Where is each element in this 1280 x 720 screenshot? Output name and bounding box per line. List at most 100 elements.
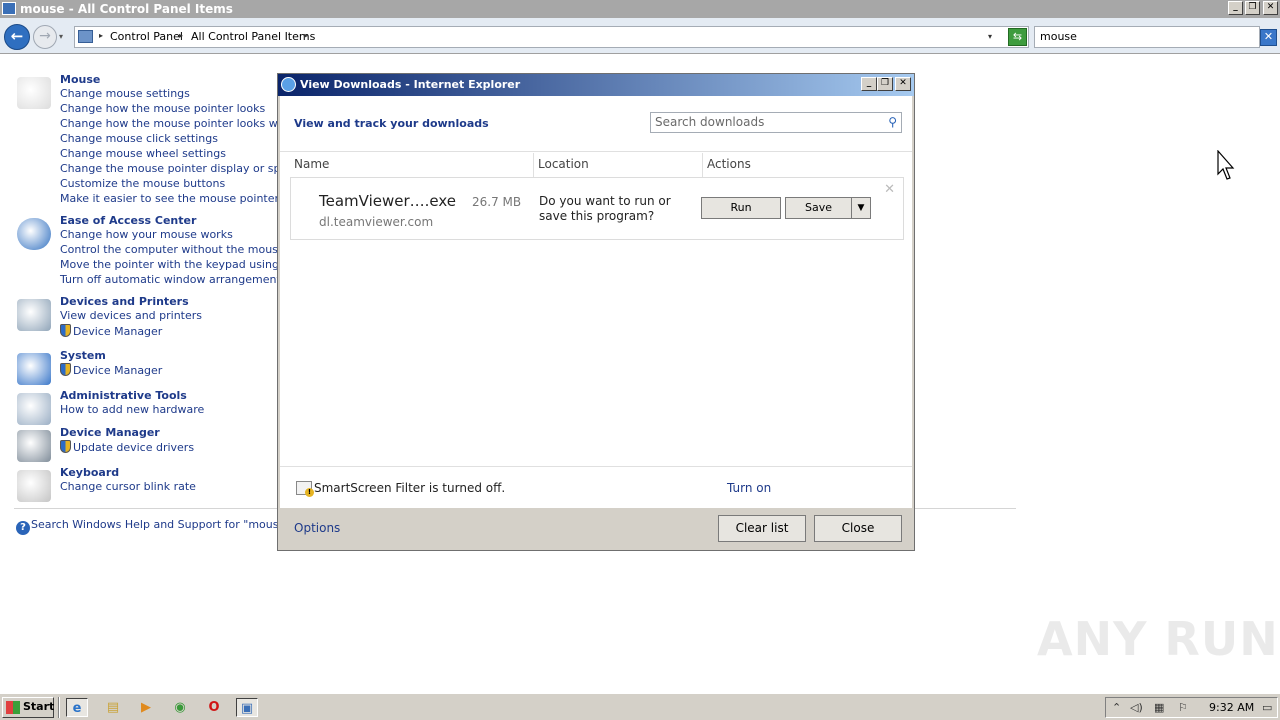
section-link[interactable]: Update device drivers [60, 440, 194, 454]
address-field[interactable]: ▸ Control Panel ▸ All Control Panel Item… [74, 26, 1029, 48]
chevron-right-icon[interactable]: ▸ [99, 31, 103, 40]
section-title[interactable]: Ease of Access Center [60, 214, 196, 227]
section-link[interactable]: Customize the mouse buttons [60, 177, 225, 190]
ease-of-access-icon[interactable] [17, 218, 51, 250]
section-title[interactable]: Administrative Tools [60, 389, 187, 402]
show-hidden-icons-button[interactable]: ⌃ [1112, 701, 1121, 714]
section-link[interactable]: Device Manager [60, 324, 162, 338]
media-player-icon[interactable]: ▶ [135, 698, 157, 717]
column-header-name[interactable]: Name [294, 157, 329, 171]
chevron-right-icon[interactable]: ▸ [304, 31, 308, 40]
breadcrumb-all-items[interactable]: All Control Panel Items [191, 30, 315, 43]
section-link-label[interactable]: Turn off automatic window arrangement [60, 273, 281, 286]
column-divider[interactable] [702, 153, 703, 177]
smartscreen-turn-on-link[interactable]: Turn on [727, 481, 771, 495]
section-link-label[interactable]: Device Manager [73, 325, 162, 338]
section-title[interactable]: Device Manager [60, 426, 160, 439]
clear-search-button[interactable]: ✕ [1260, 29, 1277, 46]
options-link[interactable]: Options [294, 521, 340, 535]
section-link-label[interactable]: Move the pointer with the keypad using M… [60, 258, 311, 271]
section-link[interactable]: Move the pointer with the keypad using M… [60, 258, 311, 271]
start-button[interactable]: Start [2, 697, 54, 718]
minimize-button[interactable]: _ [1228, 1, 1243, 15]
section-link-label[interactable]: Change the mouse pointer display or spee… [60, 162, 301, 175]
save-button[interactable]: Save [785, 197, 852, 219]
section-link-label[interactable]: How to add new hardware [60, 403, 204, 416]
chevron-right-icon[interactable]: ▸ [179, 31, 183, 40]
section-link[interactable]: Make it easier to see the mouse pointer [60, 192, 279, 205]
column-header-actions[interactable]: Actions [707, 157, 751, 171]
section-link-label[interactable]: Change how the mouse pointer looks when … [60, 117, 309, 130]
column-header-location[interactable]: Location [538, 157, 589, 171]
section-link-label[interactable]: Device Manager [73, 364, 162, 377]
network-icon[interactable]: ▦ [1154, 701, 1164, 714]
devices-printers-icon[interactable] [17, 299, 51, 331]
keyboard-icon[interactable] [17, 470, 51, 502]
section-title[interactable]: System [60, 349, 106, 362]
refresh-button[interactable]: ⇆ [1008, 28, 1027, 46]
dismiss-download-icon[interactable]: ✕ [884, 182, 895, 197]
section-title[interactable]: Mouse [60, 73, 100, 86]
search-input[interactable]: mouse [1034, 26, 1260, 48]
mouse-icon[interactable] [17, 77, 51, 109]
section-link-label[interactable]: Change mouse settings [60, 87, 190, 100]
dialog-close-button[interactable]: ✕ [895, 77, 911, 91]
administrative-tools-icon[interactable] [17, 393, 51, 425]
section-title[interactable]: Devices and Printers [60, 295, 189, 308]
section-link-label[interactable]: View devices and printers [60, 309, 202, 322]
save-options-dropdown[interactable]: ▼ [851, 197, 871, 219]
opera-icon[interactable]: O [203, 698, 225, 717]
section-link[interactable]: Change how the mouse pointer looks [60, 102, 265, 115]
section-link[interactable]: Change mouse settings [60, 87, 190, 100]
section-link[interactable]: Change mouse click settings [60, 132, 218, 145]
close-button[interactable]: ✕ [1263, 1, 1278, 15]
column-divider[interactable] [533, 153, 534, 177]
section-link[interactable]: Device Manager [60, 363, 162, 377]
section-link-label[interactable]: Change mouse click settings [60, 132, 218, 145]
section-link-label[interactable]: Change cursor blink rate [60, 480, 196, 493]
volume-icon[interactable]: ◁) [1130, 701, 1143, 714]
section-link[interactable]: How to add new hardware [60, 403, 204, 416]
section-link[interactable]: Change mouse wheel settings [60, 147, 226, 160]
section-link-label[interactable]: Customize the mouse buttons [60, 177, 225, 190]
section-link[interactable]: View devices and printers [60, 309, 202, 322]
search-icon[interactable]: ⚲ [888, 115, 897, 129]
section-link-label[interactable]: Change mouse wheel settings [60, 147, 226, 160]
section-link[interactable]: Change cursor blink rate [60, 480, 196, 493]
forward-button[interactable]: → [33, 25, 57, 49]
section-title[interactable]: Keyboard [60, 466, 119, 479]
section-link-label[interactable]: Update device drivers [73, 441, 194, 454]
section-link-label[interactable]: Control the computer without the mouse o… [60, 243, 309, 256]
section-link-label[interactable]: Change how your mouse works [60, 228, 233, 241]
section-link[interactable]: Change how the mouse pointer looks when … [60, 117, 309, 130]
section-link[interactable]: Control the computer without the mouse o… [60, 243, 309, 256]
clear-list-button[interactable]: Clear list [718, 515, 806, 542]
section-link-label[interactable]: Make it easier to see the mouse pointer [60, 192, 279, 205]
close-dialog-button[interactable]: Close [814, 515, 902, 542]
back-button[interactable]: ← [4, 24, 30, 50]
dialog-minimize-button[interactable]: _ [861, 77, 877, 91]
recent-pages-dropdown[interactable]: ▾ [59, 32, 63, 41]
section-link[interactable]: Turn off automatic window arrangement [60, 273, 281, 286]
download-row[interactable]: TeamViewer….exe 26.7 MB dl.teamviewer.co… [290, 177, 904, 240]
show-desktop-button[interactable]: ▭ [1262, 701, 1272, 714]
dialog-maximize-button[interactable]: ❐ [877, 77, 893, 91]
device-manager-icon[interactable] [17, 430, 51, 462]
system-icon[interactable] [17, 353, 51, 385]
breadcrumb-control-panel[interactable]: Control Panel [110, 30, 183, 43]
section-link-label[interactable]: Change how the mouse pointer looks [60, 102, 265, 115]
run-button[interactable]: Run [701, 197, 781, 219]
search-downloads-input[interactable]: Search downloads ⚲ [650, 112, 902, 133]
help-search-link[interactable]: ? Search Windows Help and Support for "mo… [16, 518, 290, 535]
restore-button[interactable]: ❐ [1245, 1, 1260, 15]
address-dropdown-icon[interactable]: ▾ [988, 32, 992, 41]
clock[interactable]: 9:32 AM [1209, 701, 1254, 714]
internet-explorer-icon[interactable]: e [66, 698, 88, 717]
file-explorer-icon[interactable]: ▤ [102, 698, 124, 717]
chrome-icon[interactable]: ◉ [169, 698, 191, 717]
control-panel-taskbar-icon[interactable]: ▣ [236, 698, 258, 717]
section-link[interactable]: Change how your mouse works [60, 228, 233, 241]
action-center-flag-icon[interactable]: ⚐ [1178, 701, 1188, 714]
help-link-label[interactable]: Search Windows Help and Support for "mou… [31, 518, 290, 531]
section-link[interactable]: Change the mouse pointer display or spee… [60, 162, 301, 175]
